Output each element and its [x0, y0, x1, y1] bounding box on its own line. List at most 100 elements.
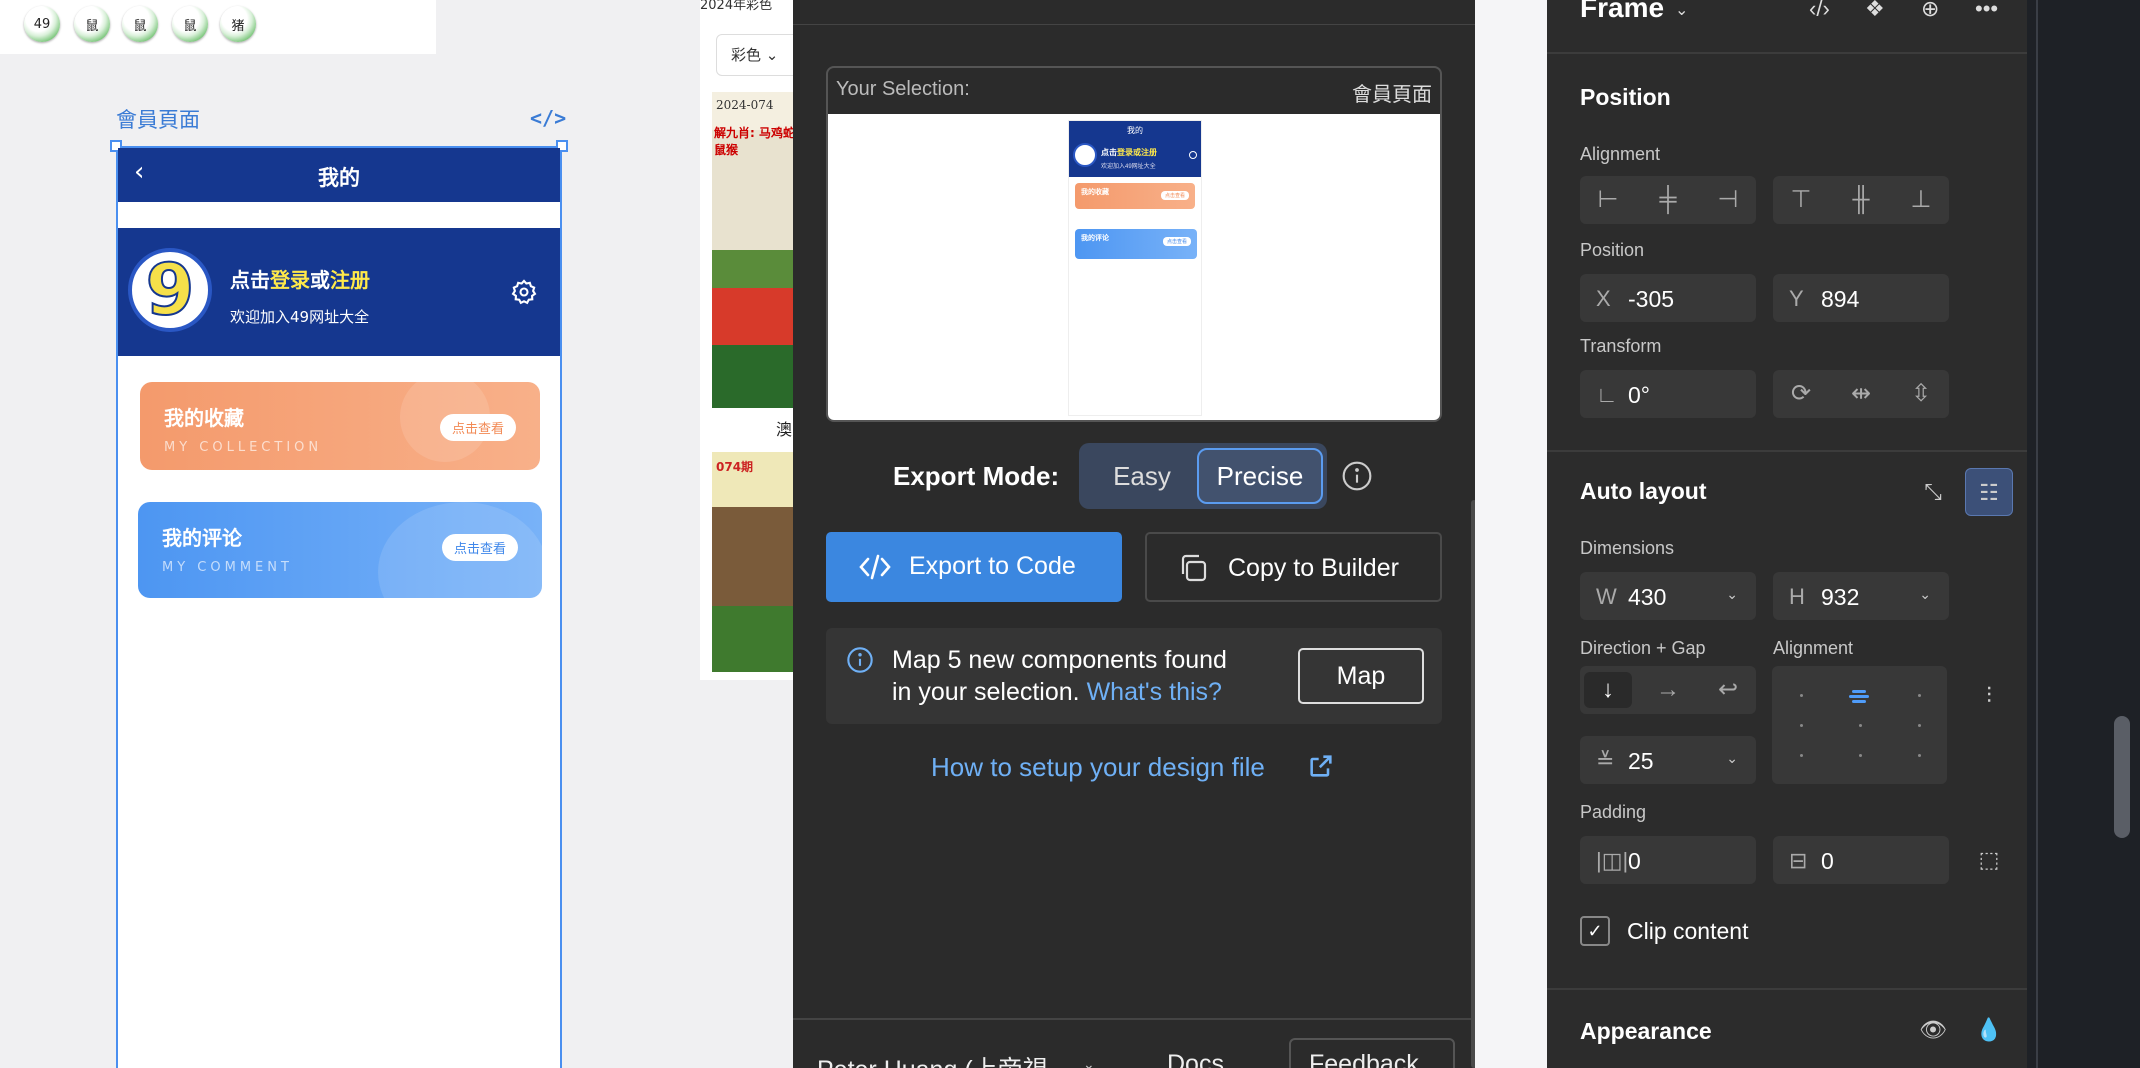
frame-label[interactable]: 會員頁面: [116, 104, 200, 134]
alignment-active-marker: [1849, 688, 1869, 704]
section-title-position: Position: [1580, 84, 1671, 110]
magazine-image[interactable]: [712, 452, 800, 672]
view-button[interactable]: 点击查看: [441, 534, 518, 561]
whats-this-link[interactable]: What's this?: [1087, 678, 1222, 706]
canvas-gap: [1475, 0, 1547, 1068]
setup-design-file-link[interactable]: How to setup your design file: [931, 752, 1265, 783]
lottery-ball-strip: 49 鼠 鼠 鼠 猪: [0, 0, 436, 54]
my-comment-card[interactable]: 我的评论 MY COMMENT 点击查看: [138, 502, 542, 598]
mode-easy-option[interactable]: Easy: [1091, 451, 1193, 501]
dimensions-label: Dimensions: [1580, 538, 1675, 558]
y-value: 894: [1821, 286, 1860, 312]
selection-preview: Your Selection: 會員頁面 我的 点击登录或注册 欢迎加入49网址…: [826, 66, 1442, 422]
color-select[interactable]: 彩色 ⌄: [716, 34, 800, 76]
gear-icon: [1189, 151, 1197, 159]
feedback-button[interactable]: Feedback: [1289, 1038, 1455, 1068]
sliders-icon[interactable]: ⫶: [1965, 672, 2013, 720]
eye-icon[interactable]: 👁: [1909, 1006, 1957, 1054]
magazine-image-caption: 解九肖: 马鸡蛇鼠猴: [714, 126, 795, 157]
flip-horizontal-icon[interactable]: ⇹: [1837, 376, 1885, 412]
frame-type-dropdown[interactable]: Frame: [1580, 0, 1664, 24]
align-left-icon[interactable]: ⊢: [1584, 182, 1632, 218]
chevron-down-icon[interactable]: ⌄: [1919, 586, 1931, 603]
selection-label: Your Selection:: [836, 78, 970, 100]
window-edge-line: [2036, 0, 2038, 1068]
login-register-link[interactable]: 点击登录或注册: [230, 264, 370, 293]
component-icon[interactable]: ❖: [1865, 0, 1893, 21]
my-collection-card[interactable]: 我的收藏 MY COLLECTION 点击查看: [140, 382, 540, 470]
export-to-code-button[interactable]: Export to Code: [826, 532, 1122, 602]
preview-login-text: 点击登录或注册: [1101, 148, 1157, 157]
lottery-ball: 猪: [220, 6, 256, 42]
external-link-icon[interactable]: [1307, 752, 1335, 780]
y-position-field[interactable]: Y 894: [1773, 274, 1949, 322]
x-position-field[interactable]: X -305: [1580, 274, 1756, 322]
transform-group: ⟳ ⇹ ⇳: [1773, 370, 1949, 418]
rotate-icon[interactable]: ⟳: [1777, 376, 1825, 412]
align-bottom-icon[interactable]: ⊥: [1897, 182, 1945, 218]
copy-icon: [1181, 554, 1207, 582]
view-button[interactable]: 点击查看: [439, 414, 516, 441]
divider: [793, 24, 1475, 25]
selected-frame[interactable]: ‹ 我的 9 点击登录或注册 欢迎加入49网址大全 我的收藏 MY COLLEC…: [110, 140, 568, 1068]
copy-button-label: Copy to Builder: [1228, 554, 1399, 582]
card-subtitle: MY COMMENT: [162, 560, 293, 575]
info-icon[interactable]: [1341, 460, 1373, 492]
arrow-right-icon[interactable]: →: [1644, 672, 1692, 708]
align-top-icon[interactable]: ⊤: [1777, 182, 1825, 218]
padding-individual-icon[interactable]: ⬚: [1965, 836, 2013, 884]
map-button[interactable]: Map: [1298, 648, 1424, 704]
alignment-label: Alignment: [1580, 144, 1661, 164]
auto-layout-toggle-icon[interactable]: ☷: [1965, 468, 2013, 516]
padding-h-value: 0: [1628, 848, 1641, 874]
export-button-label: Export to Code: [909, 552, 1076, 580]
export-plugin-panel: Your Selection: 會員頁面 我的 点击登录或注册 欢迎加入49网址…: [793, 0, 1475, 1068]
h-value: 932: [1821, 584, 1860, 610]
code-icon[interactable]: ‹/›: [1809, 0, 1837, 21]
chevron-down-icon[interactable]: ⌄: [1083, 1056, 1095, 1068]
magazine-strip: 2024年彩色 彩色 ⌄ 2024-074 解九肖: 马鸡蛇鼠猴 澳 074期: [700, 0, 800, 680]
rotation-field[interactable]: ∟ 0°: [1580, 370, 1756, 418]
width-field[interactable]: W 430 ⌄: [1580, 572, 1756, 620]
collapse-icon[interactable]: ⤡: [1909, 468, 1957, 516]
vertical-align-group: ⊤ ╫ ⊥: [1773, 176, 1949, 224]
align-right-icon[interactable]: ⊣: [1704, 182, 1752, 218]
y-key: Y: [1789, 286, 1804, 311]
card-title: 我的评论: [162, 526, 242, 550]
map-notice-text: Map 5 new components found in your selec…: [892, 646, 1227, 706]
divider: [1547, 988, 2027, 990]
docs-link[interactable]: Docs: [1167, 1050, 1224, 1068]
gap-field[interactable]: ≚ 25 ⌄: [1580, 736, 1756, 784]
export-mode-toggle: Easy Precise: [1079, 443, 1327, 509]
arrow-down-icon[interactable]: ↓: [1584, 672, 1632, 708]
more-options-icon[interactable]: •••: [1975, 0, 2003, 21]
code-tag-icon[interactable]: </>: [530, 106, 566, 130]
preview-card: 我的收藏 点击查看: [1075, 183, 1195, 209]
magazine-image-title: 074期: [716, 460, 754, 474]
chevron-down-icon[interactable]: ⌄: [1726, 586, 1738, 603]
chevron-down-icon[interactable]: ⌄: [1675, 0, 1688, 20]
window-edge: [2027, 0, 2140, 1068]
user-account-menu[interactable]: Peter Huang (上帝視: [817, 1050, 1048, 1068]
align-middle-icon[interactable]: ╫: [1837, 182, 1885, 218]
droplet-icon[interactable]: 💧: [1965, 1006, 2013, 1054]
card-title: 我的收藏: [164, 406, 244, 430]
mode-precise-option[interactable]: Precise: [1197, 448, 1323, 504]
lottery-ball: 鼠: [74, 6, 110, 42]
chevron-down-icon[interactable]: ⌄: [1726, 750, 1738, 767]
alignment-grid[interactable]: [1772, 666, 1947, 784]
padding-horizontal-field[interactable]: |◫| 0: [1580, 836, 1756, 884]
rotation-icon: ∟: [1596, 382, 1618, 407]
height-field[interactable]: H 932 ⌄: [1773, 572, 1949, 620]
design-canvas[interactable]: 49 鼠 鼠 鼠 猪 會員頁面 </> ‹ 我的 9 点击登录或注册 欢迎加入4…: [0, 0, 800, 1068]
align-center-h-icon[interactable]: ╪: [1644, 182, 1692, 218]
wrap-icon[interactable]: ↩: [1704, 672, 1752, 708]
padding-vertical-field[interactable]: ⊟ 0: [1773, 836, 1949, 884]
properties-scrollbar[interactable]: [2114, 716, 2130, 838]
gear-icon[interactable]: [510, 278, 538, 306]
padding-v-value: 0: [1821, 848, 1834, 874]
clip-content-checkbox[interactable]: ✓: [1580, 916, 1610, 946]
copy-to-builder-button[interactable]: Copy to Builder: [1145, 532, 1442, 602]
plugin-icon[interactable]: ⊕: [1921, 0, 1949, 21]
flip-vertical-icon[interactable]: ⇳: [1897, 376, 1945, 412]
